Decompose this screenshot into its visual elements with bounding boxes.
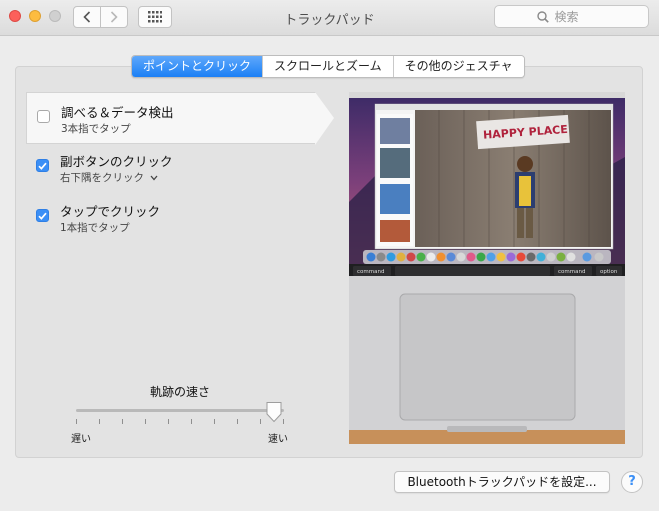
- slider-tick: [260, 419, 261, 424]
- option-lookup-data-detectors[interactable]: 調べる＆データ検出 3本指でタップ: [26, 92, 316, 144]
- slider-tick: [237, 419, 238, 424]
- gesture-preview-video: HAPPY PLACE command command option: [349, 92, 625, 444]
- tracking-speed-slider-thumb[interactable]: [265, 401, 283, 423]
- lookup-checkbox[interactable]: [37, 110, 50, 123]
- title-bar: トラックパッド: [0, 0, 659, 36]
- option-secondary-click[interactable]: 副ボタンのクリック 右下隅をクリック: [26, 142, 316, 194]
- preview-illustration: HAPPY PLACE command command option: [349, 92, 625, 444]
- slider-min-label: 遅い: [71, 434, 91, 445]
- slider-tick: [145, 419, 146, 424]
- tab-point-and-click[interactable]: ポイントとクリック: [132, 56, 263, 77]
- option-subtitle: 1本指でタップ: [60, 222, 130, 234]
- slider-tick: [99, 419, 100, 424]
- tab-scroll-and-zoom[interactable]: スクロールとズーム: [262, 56, 393, 77]
- option-title: 調べる＆データ検出: [61, 105, 174, 120]
- search-icon: [536, 10, 549, 23]
- secondary-click-menu[interactable]: 右下隅をクリック: [60, 170, 158, 185]
- selected-option-pointer: [315, 92, 334, 145]
- tab-bar: ポイントとクリック スクロールとズーム その他のジェスチャ: [131, 55, 525, 78]
- slider-tick: [122, 419, 123, 424]
- help-button[interactable]: ?: [621, 471, 643, 493]
- chevron-down-icon: [150, 175, 158, 181]
- tap-to-click-checkbox[interactable]: [36, 209, 49, 222]
- keyboard-key-label: command: [558, 269, 585, 275]
- option-title: 副ボタンのクリック: [60, 154, 173, 169]
- keyboard-key-label: option: [600, 269, 618, 275]
- slider-tick: [191, 419, 192, 424]
- tracking-speed-track[interactable]: [76, 409, 284, 412]
- option-title: タップでクリック: [60, 204, 161, 219]
- checkmark-icon: [38, 162, 47, 170]
- option-tap-to-click[interactable]: タップでクリック 1本指でタップ: [26, 192, 316, 244]
- setup-bluetooth-trackpad-button[interactable]: Bluetoothトラックパッドを設定...: [394, 471, 610, 493]
- slider-tick: [168, 419, 169, 424]
- slider-tick: [214, 419, 215, 424]
- option-subtitle: 3本指でタップ: [61, 123, 131, 135]
- keyboard-key-label: command: [357, 269, 384, 275]
- search-input[interactable]: [552, 8, 607, 25]
- tracking-speed-label: 軌跡の速さ: [150, 385, 211, 399]
- checkmark-icon: [38, 212, 47, 220]
- trackpad-surface: [399, 293, 576, 421]
- slider-tick: [283, 419, 284, 424]
- search-field[interactable]: [494, 5, 649, 28]
- option-subtitle: 右下隅をクリック: [60, 172, 144, 184]
- slider-max-label: 速い: [268, 434, 288, 445]
- secondary-click-checkbox[interactable]: [36, 159, 49, 172]
- tab-more-gestures[interactable]: その他のジェスチャ: [392, 56, 524, 77]
- slider-tick: [76, 419, 77, 424]
- tracking-speed-ticks: [76, 419, 284, 425]
